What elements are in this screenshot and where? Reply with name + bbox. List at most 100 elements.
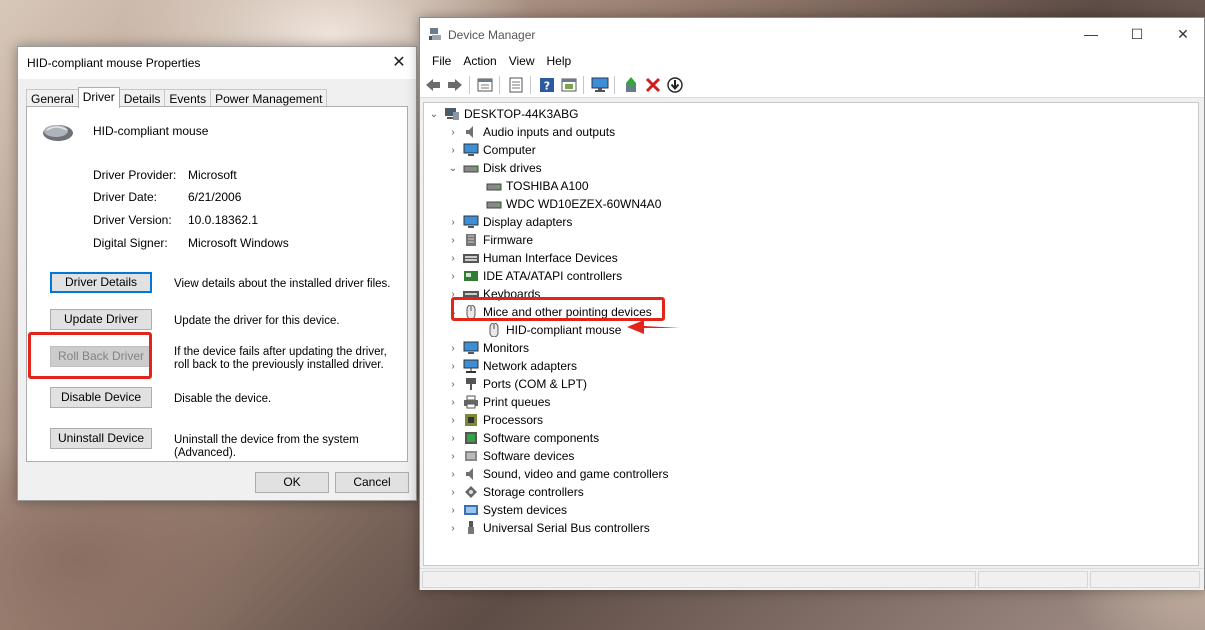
driver-date-label: Driver Date: [93, 190, 158, 204]
chevron-down-icon[interactable]: ⌄ [428, 109, 440, 120]
chevron-right-icon[interactable]: › [447, 145, 459, 156]
device-name: HID-compliant mouse [93, 124, 209, 138]
processor-icon [465, 414, 477, 426]
help-icon[interactable]: ? [538, 77, 556, 93]
tab-events[interactable]: Events [164, 89, 212, 107]
tree-item-hid[interactable]: › Human Interface Devices [447, 249, 618, 267]
properties-icon[interactable] [507, 77, 525, 93]
tree-item-system-devices[interactable]: › System devices [447, 501, 567, 519]
tree-item-computer[interactable]: › Computer [447, 141, 535, 159]
tree-child-toshiba[interactable]: TOSHIBA A100 [482, 177, 589, 195]
monitor-icon [463, 341, 479, 354]
tree-item-label: Ports (COM & LPT) [483, 377, 588, 391]
menu-file[interactable]: File [426, 50, 457, 72]
driver-version-label: Driver Version: [93, 213, 172, 227]
chevron-right-icon[interactable]: › [447, 397, 459, 408]
tree-item-label: Display adapters [483, 215, 573, 229]
menu-help[interactable]: Help [541, 50, 578, 72]
uninstall-device-button[interactable]: Uninstall Device [50, 428, 152, 449]
tree-item-network[interactable]: › Network adapters [447, 357, 577, 375]
tab-details[interactable]: Details [118, 89, 166, 107]
monitor-icon [463, 143, 479, 156]
status-cell [1090, 571, 1200, 588]
tree-item-label: Human Interface Devices [483, 251, 618, 265]
close-icon[interactable]: ✕ [1160, 18, 1205, 50]
toolbar-separator [583, 76, 584, 94]
system-device-icon [464, 505, 478, 515]
show-hide-icon[interactable] [476, 77, 494, 93]
device-manager-app-icon [429, 28, 441, 40]
status-cell [422, 571, 976, 588]
speaker-icon [466, 468, 473, 480]
chevron-right-icon[interactable]: › [447, 271, 459, 282]
chevron-right-icon[interactable]: › [447, 217, 459, 228]
update-driver-button[interactable]: Update Driver [50, 309, 152, 330]
tree-item-software-components[interactable]: › Software components [447, 429, 599, 447]
tree-child-label: WDC WD10EZEX-60WN4A0 [506, 197, 662, 211]
forward-icon[interactable] [446, 77, 464, 93]
tree-child-hid-mouse[interactable]: HID-compliant mouse [482, 321, 621, 339]
menu-action[interactable]: Action [457, 50, 502, 72]
tree-item-display-adapters[interactable]: › Display adapters [447, 213, 572, 231]
minimize-icon[interactable]: — [1068, 18, 1114, 50]
chevron-right-icon[interactable]: › [447, 235, 459, 246]
menu-view[interactable]: View [503, 50, 541, 72]
toolbar: ? [420, 72, 1204, 98]
driver-icon[interactable] [560, 77, 578, 93]
tree-item-firmware[interactable]: › Firmware [447, 231, 533, 249]
chevron-right-icon[interactable]: › [447, 127, 459, 138]
disable-device-desc: Disable the device. [174, 393, 272, 405]
chevron-right-icon[interactable]: › [447, 505, 459, 516]
scan-changes-icon[interactable] [666, 77, 684, 93]
uninstall-icon[interactable] [644, 77, 662, 93]
toolbar-separator [469, 76, 470, 94]
tree-item-disk-drives[interactable]: ⌄ Disk drives [447, 159, 542, 177]
tree-item-sound[interactable]: › Sound, video and game controllers [447, 465, 668, 483]
tab-driver[interactable]: Driver [77, 87, 120, 108]
digital-signer-value: Microsoft Windows [188, 236, 289, 250]
usb-icon [468, 521, 474, 534]
ok-button[interactable]: OK [255, 472, 329, 493]
tree-item-ports[interactable]: › Ports (COM & LPT) [447, 375, 587, 393]
computer-icon [445, 108, 459, 120]
disable-device-button[interactable]: Disable Device [50, 387, 152, 408]
computer-icon[interactable] [591, 77, 609, 93]
chevron-right-icon[interactable]: › [447, 487, 459, 498]
chevron-right-icon[interactable]: › [447, 415, 459, 426]
maximize-icon[interactable]: ☐ [1114, 18, 1160, 50]
chevron-down-icon[interactable]: ⌄ [447, 163, 459, 174]
tree-item-print-queues[interactable]: › Print queues [447, 393, 550, 411]
chevron-right-icon[interactable]: › [447, 469, 459, 480]
chevron-right-icon[interactable]: › [447, 361, 459, 372]
roll-back-driver-desc: If the device fails after updating the d… [174, 346, 387, 371]
tree-root-row[interactable]: ⌄ DESKTOP-44K3ABG [428, 105, 579, 123]
speaker-icon [466, 126, 473, 138]
chevron-right-icon[interactable]: › [447, 253, 459, 264]
chevron-right-icon[interactable]: › [447, 343, 459, 354]
chevron-right-icon[interactable]: › [447, 379, 459, 390]
chevron-right-icon[interactable]: › [447, 433, 459, 444]
tab-strip: General Driver Details Events Power Mana… [26, 87, 328, 108]
chevron-right-icon[interactable]: › [447, 451, 459, 462]
close-icon[interactable]: ✕ [388, 52, 410, 74]
mouse-properties-dialog: HID-compliant mouse Properties ✕ General… [17, 46, 417, 501]
port-icon [466, 378, 476, 390]
uninstall-device-desc: Uninstall the device from the system (Ad… [174, 434, 359, 459]
cancel-button[interactable]: Cancel [335, 472, 409, 493]
tree-item-ide[interactable]: › IDE ATA/ATAPI controllers [447, 267, 622, 285]
chevron-right-icon[interactable]: › [447, 523, 459, 534]
network-icon [463, 359, 479, 373]
back-icon[interactable] [424, 77, 442, 93]
tree-item-processors[interactable]: › Processors [447, 411, 543, 429]
tree-item-software-devices[interactable]: › Software devices [447, 447, 574, 465]
tree-item-usb[interactable]: › Universal Serial Bus controllers [447, 519, 650, 537]
driver-details-button[interactable]: Driver Details [50, 272, 152, 293]
tree-item-monitors[interactable]: › Monitors [447, 339, 529, 357]
tree-item-storage[interactable]: › Storage controllers [447, 483, 583, 501]
tab-power-management[interactable]: Power Management [210, 89, 328, 107]
tree-item-audio[interactable]: › Audio inputs and outputs [447, 123, 615, 141]
tab-general[interactable]: General [26, 89, 79, 107]
update-driver-icon[interactable] [622, 77, 640, 93]
tree-child-wdc[interactable]: WDC WD10EZEX-60WN4A0 [482, 195, 661, 213]
tree-item-label: System devices [483, 503, 568, 517]
